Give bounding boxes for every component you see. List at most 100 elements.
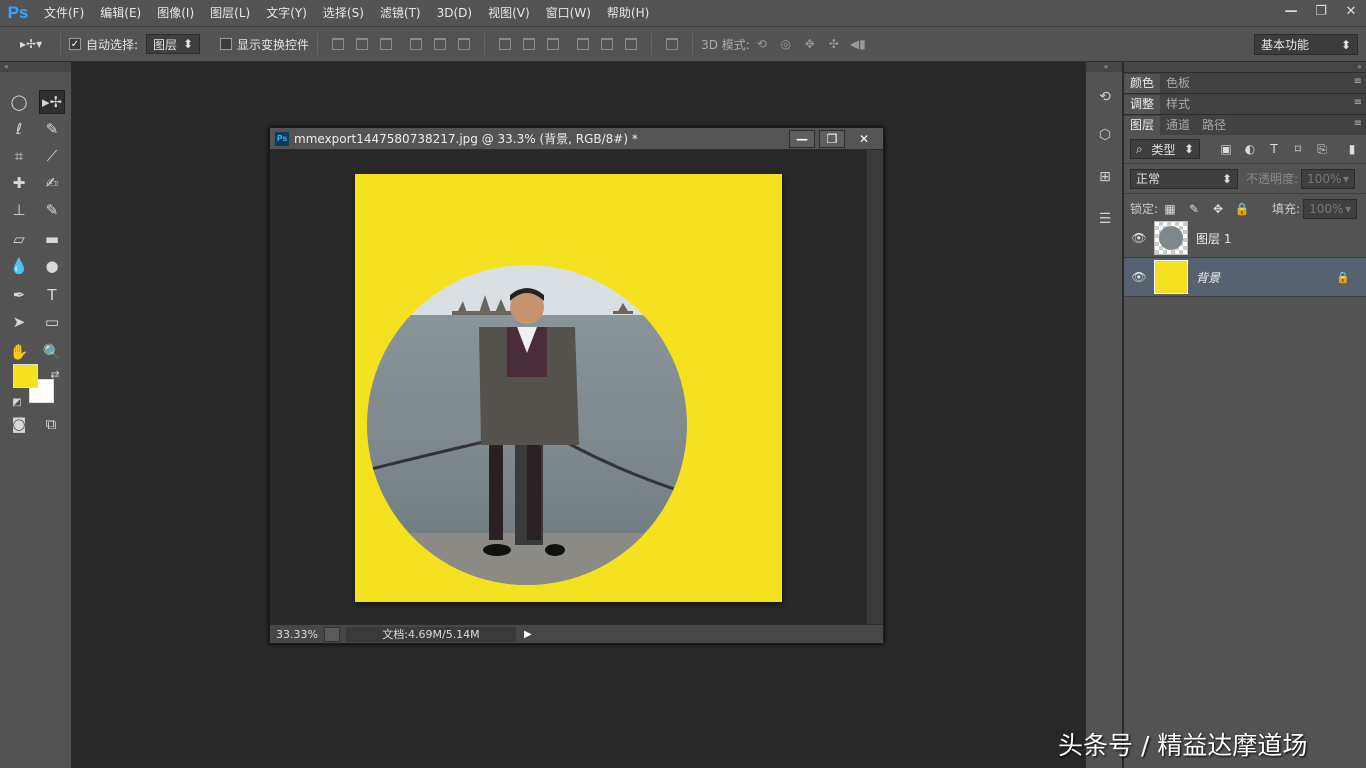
gradient-tool-icon[interactable]: ▬ [39, 227, 65, 251]
tab-channels[interactable]: 通道 [1160, 116, 1196, 135]
clone-stamp-tool-icon[interactable]: ⊥ [6, 198, 32, 222]
quick-mask-icon[interactable]: ◙ [6, 412, 32, 436]
rotate-3d-icon[interactable]: ⟲ [750, 33, 774, 55]
tab-color[interactable]: 颜色 [1124, 74, 1161, 93]
filter-smartobject-icon[interactable]: ⎘ [1310, 139, 1334, 159]
properties-panel-icon[interactable]: ⊞ [1094, 166, 1116, 188]
doc-minimize-button[interactable]: — [789, 129, 815, 148]
panel-menu-icon[interactable]: ≡ [1354, 76, 1362, 87]
drag-3d-icon[interactable]: ✥ [798, 33, 822, 55]
character-panel-icon[interactable]: ☰ [1094, 208, 1116, 230]
visibility-eye-icon[interactable]: 👁 [1124, 231, 1154, 245]
distribute-top-icon[interactable] [493, 33, 517, 55]
menu-3d[interactable]: 3D(D) [429, 0, 480, 26]
layer-filter-dropdown[interactable]: ⌕ 类型 ⬍ [1130, 139, 1200, 159]
align-left-icon[interactable] [404, 33, 428, 55]
3d-panel-icon[interactable]: ⬡ [1094, 124, 1116, 146]
panels-collapse-icon[interactable]: » [1124, 62, 1366, 72]
distribute-bottom-icon[interactable] [541, 33, 565, 55]
vertical-scrollbar[interactable] [866, 150, 883, 624]
panel-menu-icon[interactable]: ≡ [1354, 118, 1362, 129]
canvas-area[interactable] [270, 150, 867, 624]
menu-image[interactable]: 图像(I) [149, 0, 202, 26]
auto-align-icon[interactable] [660, 33, 684, 55]
minimize-button[interactable]: — [1276, 0, 1306, 22]
eyedropper-tool-icon[interactable]: ⟋ [39, 144, 65, 168]
menu-layer[interactable]: 图层(L) [202, 0, 258, 26]
align-top-icon[interactable] [326, 33, 350, 55]
zoom-tool-icon[interactable]: 🔍 [39, 340, 65, 364]
history-panel-icon[interactable]: ⟲ [1094, 86, 1116, 108]
path-selection-tool-icon[interactable]: ➤ [6, 310, 32, 334]
close-button[interactable]: ✕ [1336, 0, 1366, 22]
healing-brush-tool-icon[interactable]: ✚ [6, 171, 32, 195]
workspace-dropdown[interactable]: 基本功能 ⬍ [1254, 34, 1358, 55]
filter-adjustment-icon[interactable]: ◐ [1238, 139, 1262, 159]
status-arrow-icon[interactable]: ▶ [524, 629, 532, 640]
align-right-icon[interactable] [452, 33, 476, 55]
zoom-level[interactable]: 33.33% [270, 628, 324, 641]
menu-window[interactable]: 窗口(W) [538, 0, 599, 26]
tab-styles[interactable]: 样式 [1160, 95, 1196, 114]
crop-tool-icon[interactable]: ⌗ [6, 144, 32, 168]
menu-edit[interactable]: 编辑(E) [92, 0, 149, 26]
auto-select-checkbox[interactable]: ✓ [69, 38, 81, 50]
camera-3d-icon[interactable]: ◀▮ [846, 33, 870, 55]
lock-position-icon[interactable]: ✥ [1206, 199, 1230, 219]
move-tool-icon[interactable]: ▸✢ [39, 90, 65, 114]
lasso-tool-icon[interactable]: ℓ [6, 117, 32, 141]
doc-close-button[interactable]: ✕ [849, 130, 879, 148]
menu-select[interactable]: 选择(S) [315, 0, 372, 26]
lock-pixels-icon[interactable]: ✎ [1182, 199, 1206, 219]
layer-row-background[interactable]: 👁 背景 🔒 [1124, 258, 1366, 297]
auto-select-dropdown[interactable]: 图层 ⬍ [146, 34, 201, 54]
filter-toggle-icon[interactable]: ▮ [1340, 139, 1364, 159]
distribute-left-icon[interactable] [571, 33, 595, 55]
swap-colors-icon[interactable]: ⇄ [42, 362, 68, 386]
menu-filter[interactable]: 滤镜(T) [372, 0, 429, 26]
document-titlebar[interactable]: Ps mmexport1447580738217.jpg @ 33.3% (背景… [270, 128, 883, 150]
filter-type-icon[interactable]: T [1262, 139, 1286, 159]
blur-tool-icon[interactable]: 💧 [6, 254, 32, 278]
align-vcenter-icon[interactable] [350, 33, 374, 55]
default-colors-icon[interactable]: ◩ [4, 390, 30, 414]
tool-preset-picker[interactable]: ▸✢▾ [0, 37, 52, 51]
align-bottom-icon[interactable] [374, 33, 398, 55]
elliptical-marquee-tool-icon[interactable]: ◯ [6, 90, 32, 114]
dock-collapse-icon[interactable]: » [1086, 62, 1122, 72]
roll-3d-icon[interactable]: ◎ [774, 33, 798, 55]
menu-type[interactable]: 文字(Y) [258, 0, 315, 26]
menu-file[interactable]: 文件(F) [36, 0, 92, 26]
restore-button[interactable]: ❐ [1306, 0, 1336, 22]
distribute-hcenter-icon[interactable] [595, 33, 619, 55]
history-brush-tool-icon[interactable]: ✎ [39, 198, 65, 222]
hand-tool-icon[interactable]: ✋ [6, 340, 32, 364]
status-menu-icon[interactable] [324, 626, 340, 642]
tab-layers[interactable]: 图层 [1124, 116, 1161, 135]
eraser-tool-icon[interactable]: ▱ [6, 227, 32, 251]
blend-mode-dropdown[interactable]: 正常 ⬍ [1130, 168, 1238, 189]
show-transform-checkbox[interactable] [220, 38, 233, 50]
foreground-color-swatch[interactable] [13, 364, 38, 388]
pen-tool-icon[interactable]: ✒ [6, 283, 32, 307]
distribute-vcenter-icon[interactable] [517, 33, 541, 55]
tab-swatches[interactable]: 色板 [1160, 74, 1196, 93]
screen-mode-icon[interactable]: ⧉ [38, 412, 64, 436]
dodge-tool-icon[interactable]: ● [39, 254, 65, 278]
brush-tool-icon[interactable]: ✍ [39, 171, 65, 195]
lock-transparent-icon[interactable]: ▦ [1158, 199, 1182, 219]
menu-view[interactable]: 视图(V) [480, 0, 538, 26]
rectangle-tool-icon[interactable]: ▭ [39, 310, 65, 334]
menu-help[interactable]: 帮助(H) [599, 0, 657, 26]
slide-3d-icon[interactable]: ✣ [822, 33, 846, 55]
fill-input[interactable]: 100% ▾ [1303, 198, 1358, 219]
doc-maximize-button[interactable]: ❐ [819, 129, 845, 148]
toolbox-collapse-icon[interactable]: « [0, 62, 71, 72]
visibility-eye-icon[interactable]: 👁 [1124, 270, 1154, 284]
tab-adjustments[interactable]: 调整 [1124, 95, 1161, 114]
opacity-input[interactable]: 100% ▾ [1301, 168, 1356, 189]
layer-row-layer1[interactable]: 👁 图层 1 [1124, 219, 1366, 258]
filter-pixel-icon[interactable]: ▣ [1214, 139, 1238, 159]
align-hcenter-icon[interactable] [428, 33, 452, 55]
type-tool-icon[interactable]: T [39, 283, 65, 307]
